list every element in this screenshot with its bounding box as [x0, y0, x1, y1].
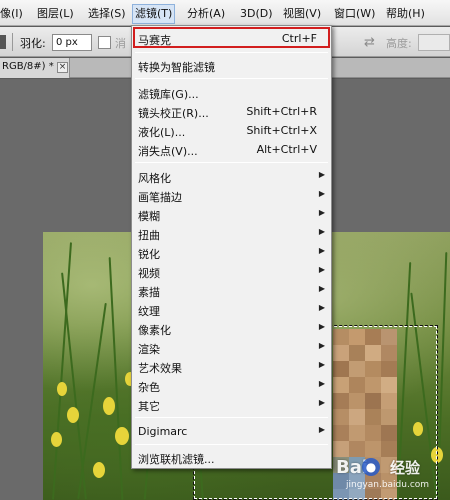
menu-item-label: 像素化: [138, 324, 171, 337]
menu-item-label: 消失点(V)...: [138, 145, 198, 158]
swap-icon[interactable]: ⇄: [364, 35, 375, 50]
menu-item-label: 转换为智能滤镜: [138, 61, 215, 74]
menu-item-label: 艺术效果: [138, 362, 182, 375]
menu-item-label: 滤镜库(G)...: [138, 88, 199, 101]
menu-item-label: 模糊: [138, 210, 160, 223]
menu-item-digimarc[interactable]: Digimarc ▶: [132, 422, 331, 441]
feather-label: 羽化:: [20, 37, 46, 50]
menu-item-label: 素描: [138, 286, 160, 299]
watermark-url: jingyan.baidu.com: [346, 480, 430, 490]
menu-item-sketch[interactable]: 素描 ▶: [132, 281, 331, 300]
close-icon[interactable]: ×: [57, 62, 68, 73]
submenu-arrow-icon: ▶: [318, 341, 325, 350]
menu-item-shortcut: Shift+Ctrl+X: [246, 124, 317, 137]
marquee-tool-icon[interactable]: [0, 35, 6, 49]
antialias-label: 消: [115, 37, 126, 50]
menu-item-shortcut: Ctrl+F: [281, 32, 317, 45]
yellow-flower: [51, 432, 62, 447]
menu-item-pixelate[interactable]: 像素化 ▶: [132, 319, 331, 338]
menu-item-blur[interactable]: 模糊 ▶: [132, 205, 331, 224]
menu-image[interactable]: 像(I): [0, 5, 23, 23]
submenu-arrow-icon: ▶: [318, 208, 325, 217]
menu-view[interactable]: 视图(V): [283, 5, 321, 23]
document-tab[interactable]: RGB/8#) * ×: [0, 58, 70, 78]
menu-separator: [135, 78, 328, 79]
height-label: 高度:: [386, 37, 412, 50]
yellow-flower: [67, 407, 79, 423]
menu-bar: 像(I) 图层(L) 选择(S) 滤镜(T) 分析(A) 3D(D) 视图(V)…: [0, 0, 450, 26]
menu-item-vanishing-point[interactable]: 消失点(V)... Alt+Ctrl+V: [132, 140, 331, 159]
submenu-arrow-icon: ▶: [318, 398, 325, 407]
menu-window[interactable]: 窗口(W): [334, 5, 375, 23]
menu-item-label: 纹理: [138, 305, 160, 318]
submenu-arrow-icon: ▶: [318, 189, 325, 198]
submenu-arrow-icon: ▶: [318, 246, 325, 255]
menu-item-convert-smart-filter[interactable]: 转换为智能滤镜: [132, 56, 331, 75]
submenu-arrow-icon: ▶: [318, 379, 325, 388]
menu-item-stylize[interactable]: 风格化 ▶: [132, 167, 331, 186]
menu-analysis[interactable]: 分析(A): [187, 5, 225, 23]
menu-item-label: 马赛克: [138, 34, 171, 47]
submenu-arrow-icon: ▶: [318, 170, 325, 179]
menu-help[interactable]: 帮助(H): [386, 5, 425, 23]
submenu-arrow-icon: ▶: [318, 425, 325, 434]
submenu-arrow-icon: ▶: [318, 227, 325, 236]
paw-icon: ●: [362, 458, 380, 476]
menu-3d[interactable]: 3D(D): [240, 5, 273, 23]
menu-item-label: 锐化: [138, 248, 160, 261]
menu-item-artistic[interactable]: 艺术效果 ▶: [132, 357, 331, 376]
menu-item-label: 渲染: [138, 343, 160, 356]
menu-item-label: 视频: [138, 267, 160, 280]
feather-input[interactable]: 0 px: [52, 34, 92, 51]
yellow-flower: [115, 427, 129, 445]
menu-item-noise[interactable]: 杂色 ▶: [132, 376, 331, 395]
menu-separator: [135, 162, 328, 163]
menu-item-label: Digimarc: [138, 425, 188, 438]
options-divider: [12, 33, 13, 51]
menu-separator: [135, 417, 328, 418]
submenu-arrow-icon: ▶: [318, 360, 325, 369]
yellow-flower: [57, 382, 67, 396]
menu-item-shortcut: Shift+Ctrl+R: [246, 105, 317, 118]
menu-item-label: 杂色: [138, 381, 160, 394]
menu-item-brush-strokes[interactable]: 画笔描边 ▶: [132, 186, 331, 205]
menu-item-label: 液化(L)...: [138, 126, 186, 139]
submenu-arrow-icon: ▶: [318, 284, 325, 293]
menu-item-lens-correction[interactable]: 镜头校正(R)... Shift+Ctrl+R: [132, 102, 331, 121]
watermark: Bai 经验 ● jingyan.baidu.com: [336, 455, 450, 495]
menu-item-distort[interactable]: 扭曲 ▶: [132, 224, 331, 243]
grass-stem: [108, 257, 124, 500]
menu-item-label: 浏览联机滤镜...: [138, 453, 215, 466]
yellow-flower: [103, 397, 115, 415]
menu-item-browse-online-filters[interactable]: 浏览联机滤镜...: [132, 448, 331, 467]
menu-item-label: 画笔描边: [138, 191, 182, 204]
menu-item-shortcut: Alt+Ctrl+V: [256, 143, 317, 156]
menu-layer[interactable]: 图层(L): [37, 5, 74, 23]
menu-item-label: 镜头校正(R)...: [138, 107, 209, 120]
menu-item-other[interactable]: 其它 ▶: [132, 395, 331, 414]
antialias-checkbox[interactable]: [98, 36, 111, 49]
menu-item-sharpen[interactable]: 锐化 ▶: [132, 243, 331, 262]
menu-separator: [135, 52, 328, 53]
filter-menu-dropdown: 马赛克 Ctrl+F 转换为智能滤镜 滤镜库(G)... 镜头校正(R)... …: [131, 25, 332, 469]
document-tab-label: RGB/8#) *: [2, 61, 54, 72]
menu-item-video[interactable]: 视频 ▶: [132, 262, 331, 281]
height-input[interactable]: [418, 34, 450, 51]
submenu-arrow-icon: ▶: [318, 322, 325, 331]
menu-item-label: 风格化: [138, 172, 171, 185]
menu-item-mosaic[interactable]: 马赛克 Ctrl+F: [132, 29, 331, 48]
submenu-arrow-icon: ▶: [318, 265, 325, 274]
menu-item-label: 其它: [138, 400, 160, 413]
submenu-arrow-icon: ▶: [318, 303, 325, 312]
menu-item-liquify[interactable]: 液化(L)... Shift+Ctrl+X: [132, 121, 331, 140]
menu-filter[interactable]: 滤镜(T): [132, 4, 176, 24]
menu-item-render[interactable]: 渲染 ▶: [132, 338, 331, 357]
menu-item-filter-gallery[interactable]: 滤镜库(G)...: [132, 83, 331, 102]
menu-select[interactable]: 选择(S): [88, 5, 126, 23]
menu-item-texture[interactable]: 纹理 ▶: [132, 300, 331, 319]
yellow-flower: [93, 462, 105, 478]
menu-item-label: 扭曲: [138, 229, 160, 242]
menu-separator: [135, 444, 328, 445]
